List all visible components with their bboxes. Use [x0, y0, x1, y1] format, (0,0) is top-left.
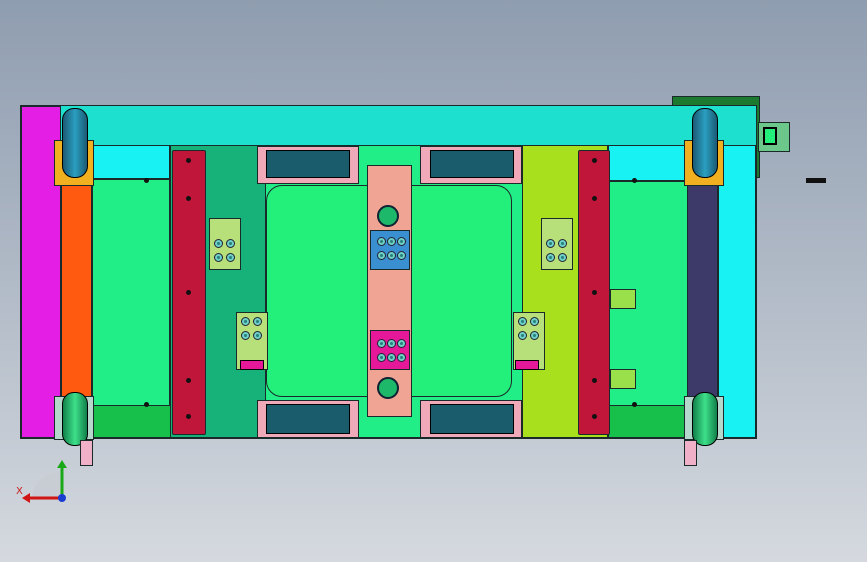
plate-hole [632, 402, 637, 407]
slot-bottom-right-window [430, 404, 514, 434]
plate-hole [144, 402, 149, 407]
slot-bottom-left-window [266, 404, 350, 434]
center-clamp-top [370, 230, 410, 270]
inner-band-left [92, 145, 170, 179]
center-clamp-top-knob [377, 205, 399, 227]
caster-wheel-icon [62, 392, 88, 446]
rail-bolt [186, 290, 191, 295]
control-box-foot [806, 178, 826, 183]
rail-bolt [186, 158, 191, 163]
clamp-pad-right [515, 360, 539, 370]
slot-top-left-window [266, 150, 350, 178]
plate-hole [144, 178, 149, 183]
rail-bolt [186, 378, 191, 383]
clamp-block-left-top [209, 218, 241, 270]
caster-wheel-icon [692, 108, 718, 178]
right-navy-rail [687, 183, 718, 408]
sensor-tab-lower [610, 369, 636, 389]
rail-bolt [592, 196, 597, 201]
caster-wheel-icon [62, 108, 88, 178]
left-orange-rail [61, 180, 92, 405]
right-side-panel [718, 145, 756, 438]
axis-triad-icon: X [14, 458, 74, 506]
control-box-switch [763, 127, 777, 145]
sensor-tab-upper [610, 289, 636, 309]
center-clamp-bottom-knob [377, 377, 399, 399]
clamp-pad-left [240, 360, 264, 370]
clamp-block-right-top [541, 218, 573, 270]
rail-bolt [186, 196, 191, 201]
rail-bolt [186, 414, 191, 419]
plate-left-end [92, 179, 170, 406]
slot-top-right-window [430, 150, 514, 178]
plate-hole [632, 178, 637, 183]
rail-bolt [592, 158, 597, 163]
axis-x-label: X [16, 486, 23, 497]
center-clamp-bottom [370, 330, 410, 370]
rail-bolt [592, 290, 597, 295]
rail-bolt [592, 414, 597, 419]
rail-bolt [592, 378, 597, 383]
caster-stem-bottom-left [80, 440, 93, 466]
caster-stem-bottom-right [684, 440, 697, 466]
caster-wheel-icon [692, 392, 718, 446]
